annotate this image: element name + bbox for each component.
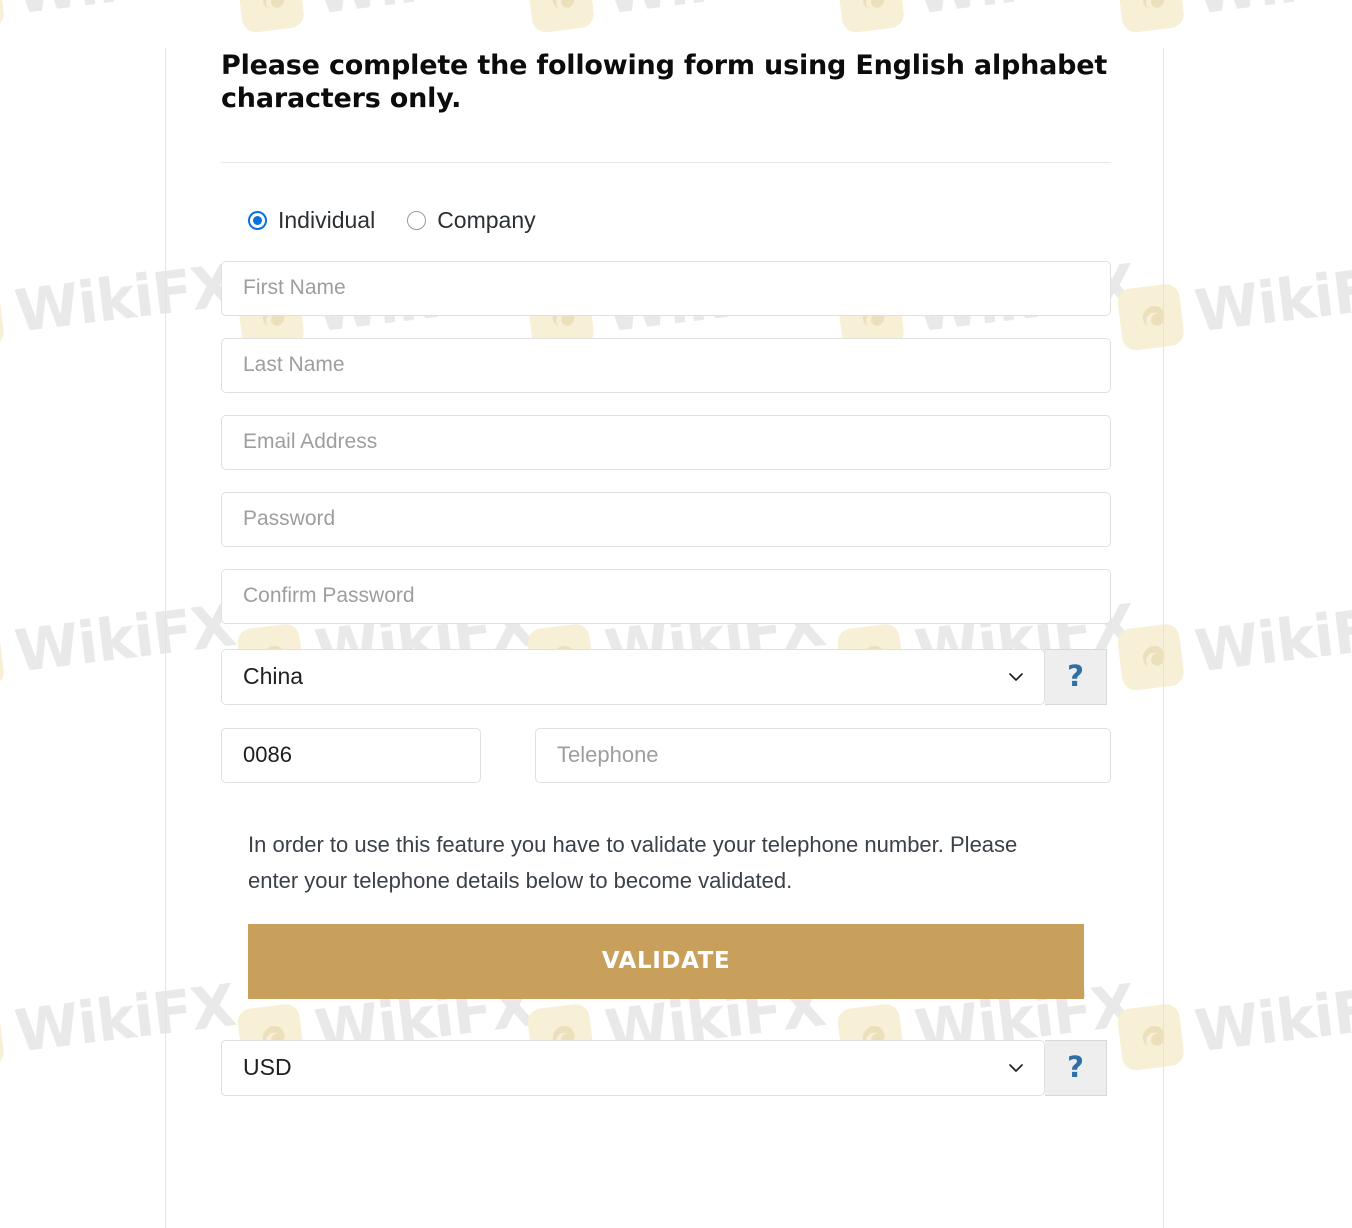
- watermark-text: WikiFX: [911, 0, 1138, 27]
- watermark-text: WikiFX: [311, 0, 538, 27]
- page-title: Please complete the following form using…: [221, 50, 1108, 114]
- country-help-button[interactable]: ?: [1045, 648, 1107, 705]
- wikifx-bird-logo-icon: [0, 282, 6, 352]
- last-name-input[interactable]: [221, 337, 1111, 393]
- watermark-item: WikiFX: [236, 0, 539, 34]
- country-select[interactable]: China: [221, 648, 1045, 705]
- form-inner: Please complete the following form using…: [221, 48, 1111, 1096]
- wikifx-bird-logo-icon: [836, 0, 906, 34]
- heading-divider: [221, 161, 1111, 163]
- currency-select-row: USD ?: [221, 1039, 1111, 1096]
- wikifx-bird-logo-icon: [0, 1002, 6, 1072]
- wikifx-bird-logo-icon: [0, 622, 6, 692]
- validate-note: In order to use this feature you have to…: [248, 831, 1018, 894]
- password-input[interactable]: [221, 491, 1111, 547]
- radio-label-individual: Individual: [278, 206, 376, 233]
- wikifx-bird-logo-icon: [0, 0, 6, 34]
- dial-code-input[interactable]: [221, 727, 481, 783]
- confirm-password-row: [221, 568, 1111, 624]
- account-type-radio-group: Individual Company: [221, 206, 1111, 233]
- currency-select-value: USD: [243, 1054, 292, 1081]
- watermark-text: WikiFX: [1191, 591, 1352, 686]
- validate-button[interactable]: VALIDATE: [248, 923, 1084, 999]
- email-row: [221, 414, 1111, 470]
- watermark-text: WikiFX: [1191, 0, 1352, 27]
- currency-select[interactable]: USD: [221, 1039, 1045, 1096]
- radio-selected-icon[interactable]: [248, 210, 267, 230]
- radio-label-company: Company: [437, 206, 536, 233]
- watermark-item: WikiFX: [1116, 0, 1352, 34]
- watermark-item: WikiFX: [526, 0, 829, 34]
- watermark-item: WikiFX: [0, 0, 239, 34]
- telephone-row: [221, 727, 1111, 783]
- form-container: Please complete the following form using…: [165, 48, 1164, 1228]
- last-name-row: [221, 337, 1111, 393]
- wikifx-bird-logo-icon: [526, 0, 596, 34]
- first-name-row: [221, 260, 1111, 316]
- chevron-down-icon[interactable]: [1006, 1058, 1026, 1078]
- watermark-item: WikiFX: [836, 0, 1139, 34]
- confirm-password-input[interactable]: [221, 568, 1111, 624]
- telephone-input[interactable]: [535, 727, 1111, 783]
- chevron-down-icon[interactable]: [1006, 667, 1026, 687]
- watermark-text: WikiFX: [1191, 971, 1352, 1066]
- password-row: [221, 491, 1111, 547]
- radio-option-individual[interactable]: Individual: [248, 206, 376, 233]
- first-name-input[interactable]: [221, 260, 1111, 316]
- currency-help-button[interactable]: ?: [1045, 1039, 1107, 1096]
- country-select-row: China ?: [221, 648, 1111, 705]
- radio-option-company[interactable]: Company: [407, 206, 536, 233]
- wikifx-bird-logo-icon: [236, 0, 306, 34]
- watermark-text: WikiFX: [601, 0, 828, 27]
- watermark-text: WikiFX: [11, 0, 238, 27]
- wikifx-bird-logo-icon: [1116, 0, 1186, 34]
- watermark-text: WikiFX: [1191, 251, 1352, 346]
- country-select-value: China: [243, 663, 304, 690]
- radio-unselected-icon[interactable]: [407, 210, 427, 230]
- email-input[interactable]: [221, 414, 1111, 470]
